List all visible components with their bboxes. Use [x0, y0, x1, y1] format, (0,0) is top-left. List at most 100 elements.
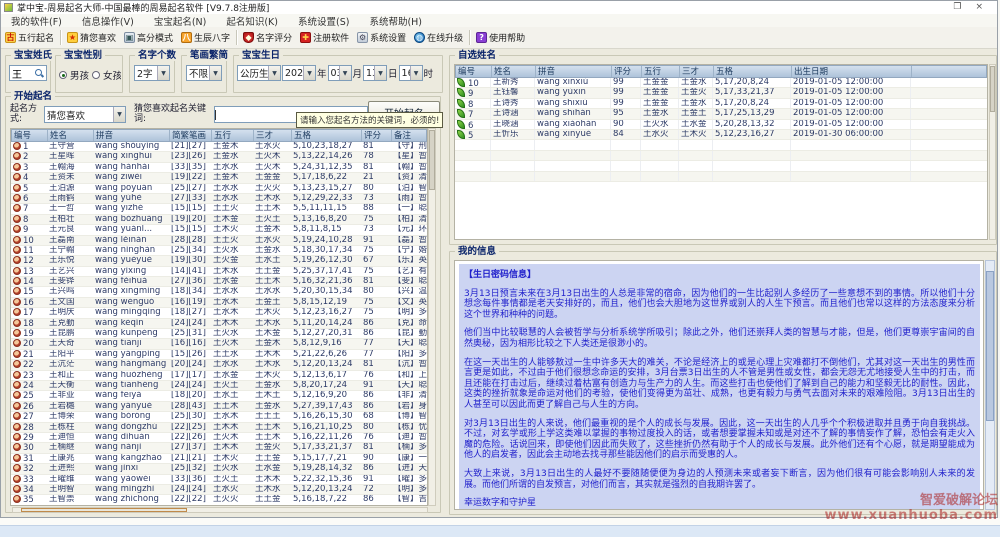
column-header[interactable]: 姓名 — [48, 130, 94, 141]
info-vscroll-thumb[interactable] — [986, 271, 994, 421]
column-header[interactable]: 拼音 — [536, 66, 612, 77]
table-row[interactable]: 3王翰海wáng hànhǎi[33][35]土水水土火木5,24,31,12,… — [11, 163, 427, 173]
table-row[interactable]: 9王钰馨wáng yùxīn99土金金土金火5,17,33,21,372019-… — [455, 88, 987, 98]
menu-item[interactable]: 起名知识(K) — [216, 14, 288, 28]
column-header[interactable]: 出生日期 — [792, 66, 912, 77]
column-header[interactable]: 备注 — [392, 130, 428, 141]
surname-field[interactable] — [10, 68, 34, 79]
table-row[interactable]: 1王守营wáng shǒuyíng[21][27]土金木土水火5,10,23,1… — [11, 142, 427, 152]
table-row[interactable]: 5王泊源wáng pōyuán[25][27]土水水土火火5,13,23,15,… — [11, 184, 427, 194]
table-row[interactable]: 4王资未wáng zīwèi[19][22]土金木土金金5,17,18,6,22… — [11, 173, 427, 183]
table-row[interactable]: 35王智崇wáng zhìchóng[22][22]土火火土土金5,16,18,… — [11, 495, 427, 505]
month-select[interactable]: 03 ▼ — [328, 65, 352, 81]
column-header[interactable]: 简繁笔画 — [170, 130, 212, 141]
chevron-down-icon[interactable]: ▼ — [410, 66, 422, 80]
table-row[interactable]: 5王忻乐wáng xīnyuè84土水火土木火5,12,23,16,272019… — [455, 130, 987, 140]
table-row[interactable]: 25王非亚wáng fēiyà[18][20]土水土土木土5,12,16,9,2… — [11, 391, 427, 401]
chevron-down-icon[interactable]: ▼ — [339, 66, 351, 80]
column-header[interactable]: 五格 — [292, 130, 362, 141]
surname-input[interactable] — [9, 65, 47, 81]
results-vertical-scrollbar[interactable] — [428, 128, 436, 506]
table-row[interactable]: 14王斐铧wáng fěihuá[27][36]土水金土土木5,16,32,21… — [11, 277, 427, 287]
year-select[interactable]: 2023 ▼ — [282, 65, 316, 81]
table-row[interactable]: 7王诗涵wáng shīhán95土金水土金土5,17,25,13,292019… — [455, 109, 987, 119]
table-row[interactable]: 10王磊南wáng lěinán[28][28]土土火土水火5,19,24,10… — [11, 236, 427, 246]
menu-item[interactable]: 系统设置(S) — [288, 14, 359, 28]
toolbar-button[interactable]: ✚注册软件 — [296, 29, 353, 46]
results-vscroll-thumb[interactable] — [429, 130, 435, 190]
table-row[interactable]: 32王进熙wáng jìnxī[25][32]土火水土水金5,19,28,14,… — [11, 464, 427, 474]
table-row[interactable]: 19王昆鹏wáng kūnpéng[25][31]土火水土木金5,12,27,2… — [11, 329, 427, 339]
chevron-down-icon[interactable]: ▼ — [113, 107, 125, 122]
toolbar-button[interactable]: ★猜您喜欢 — [63, 29, 120, 46]
column-header[interactable]: 五格 — [714, 66, 792, 77]
chevron-down-icon[interactable]: ▼ — [374, 66, 386, 80]
hour-select[interactable]: 16 ▼ — [399, 65, 423, 81]
table-row[interactable]: 6王晓涵wáng xiǎohán90土火水土水金5,20,28,13,32201… — [455, 120, 987, 130]
name-count-select[interactable]: 2字 ▼ — [134, 65, 170, 81]
table-row[interactable]: 28王栋柱wáng dòngzhù[22][25]土木木土土木5,16,21,1… — [11, 423, 427, 433]
table-row[interactable]: 20王天奇wáng tiānjī[16][16]土火木土金木5,8,12,9,1… — [11, 339, 427, 349]
column-header[interactable]: 姓名 — [492, 66, 536, 77]
toolbar-button[interactable]: ◍在线升级 — [410, 29, 467, 46]
gender-radio-male[interactable] — [59, 71, 67, 79]
chevron-down-icon[interactable]: ▼ — [157, 66, 169, 80]
chevron-down-icon[interactable]: ▼ — [209, 66, 221, 80]
table-row[interactable]: 8王诗秀wáng shīxiù99土金金土金水5,17,20,8,242019-… — [455, 99, 987, 109]
day-select[interactable]: 13 ▼ — [363, 65, 387, 81]
table-row[interactable]: 10王新秀wáng xīnxiù99土金金土金水5,17,20,8,242019… — [455, 78, 987, 88]
selected-table-header[interactable]: 编号姓名拼音评分五行三才五格出生日期 — [455, 65, 987, 78]
restore-button[interactable]: ❐ — [953, 3, 961, 12]
table-row[interactable]: 26王岩樾wáng yányuè[28][43]土土木土金水5,27,39,17… — [11, 402, 427, 412]
toolbar-button[interactable]: ▣高分模式 — [120, 29, 177, 46]
toolbar-button[interactable]: 八生辰八字 — [177, 29, 234, 46]
info-vertical-scrollbar[interactable] — [985, 260, 995, 510]
table-row[interactable]: 33王曜维wáng yàowéi[33][36]土火土土木木5,22,32,15… — [11, 475, 427, 485]
selected-vscroll-thumb[interactable] — [990, 66, 995, 112]
results-hscroll-thumb[interactable] — [21, 508, 187, 512]
column-header[interactable]: 五行 — [642, 66, 680, 77]
table-row[interactable]: 6王雨鹤wáng yǔhè[27][33]土水水土木水5,12,29,22,33… — [11, 194, 427, 204]
calendar-select[interactable]: 公历生日 ▼ — [237, 65, 281, 81]
table-row[interactable]: 29王迪恒wáng díhuán[22][26]土火木土土木5,16,22,11… — [11, 433, 427, 443]
table-row[interactable]: 18王克勤wáng kèqín[24][24]土木木土木水5,11,20,14,… — [11, 319, 427, 329]
naming-method-select[interactable]: 猜您喜欢 ▼ — [44, 106, 126, 123]
chevron-down-icon[interactable]: ▼ — [303, 66, 315, 80]
selected-vertical-scrollbar[interactable] — [989, 64, 996, 240]
table-row[interactable]: 16王文国wáng wénguó[16][19]土水木土金土5,8,15,12,… — [11, 298, 427, 308]
column-header[interactable]: 五行 — [212, 130, 254, 141]
search-icon[interactable] — [34, 68, 44, 78]
column-header[interactable]: 拼音 — [94, 130, 170, 141]
chevron-down-icon[interactable]: ▼ — [268, 66, 280, 80]
toolbar-button[interactable]: ◆名字评分 — [239, 29, 296, 46]
birthday-info-panel[interactable]: 【生日密码信息】3月13日预言未来在3月13日出生的人总是非常的宿命，因为他们的… — [454, 260, 984, 510]
column-header[interactable] — [912, 66, 988, 77]
table-row[interactable]: 34王明智wáng míngzhì[24][24]土水火土木水5,12,20,1… — [11, 485, 427, 495]
table-row[interactable]: 2王星晖wáng xīnghuī[23][26]土金水土火木5,13,22,14… — [11, 152, 427, 162]
table-row[interactable]: 23王和正wáng huòzhèng[17][17]土水金土木火5,12,13,… — [11, 371, 427, 381]
table-row[interactable]: 13王艺兴wáng yìxīng[14][41]土木水土土金5,25,37,17… — [11, 267, 427, 277]
column-header[interactable]: 三才 — [254, 130, 292, 141]
toolbar-button[interactable]: ?使用帮助 — [472, 29, 529, 46]
column-header[interactable]: 评分 — [612, 66, 642, 77]
strokes-select[interactable]: 不限 ▼ — [186, 65, 222, 81]
column-header[interactable]: 编号 — [12, 130, 48, 141]
table-row[interactable]: 30王楠继wáng nánjì[27][37]土木木土金火5,17,33,21,… — [11, 443, 427, 453]
menu-item[interactable]: 我的软件(F) — [1, 14, 72, 28]
table-row[interactable]: 7王一哲wáng yīzhé[15][15]土土火土土木5,5,11,11,15… — [11, 204, 427, 214]
menu-item[interactable]: 系统帮助(H) — [359, 14, 432, 28]
table-row[interactable]: 8王柏壮wáng bòzhuàng[19][20]土木金土火土5,13,16,8… — [11, 215, 427, 225]
close-button[interactable]: × — [975, 3, 983, 12]
table-row[interactable]: 9王元良wáng yuánl...[15][15]土木火土金木5,8,11,8,… — [11, 225, 427, 235]
menu-item[interactable]: 宝宝起名(N) — [144, 14, 217, 28]
table-row[interactable]: 17王明庆wáng míngqìng[18][27]土水木土木火5,12,23,… — [11, 308, 427, 318]
table-row[interactable]: 21王阳平wáng yángpíng[15][26]土土水土木木5,21,22,… — [11, 350, 427, 360]
table-row[interactable]: 15王兴鸣wáng xīngmíng[18][34]土水水土水水5,20,30,… — [11, 287, 427, 297]
table-row[interactable]: 27王博荣wáng bóróng[25][30]土水木土土土5,16,26,15… — [11, 412, 427, 422]
column-header[interactable]: 三才 — [680, 66, 714, 77]
column-header[interactable]: 编号 — [456, 66, 492, 77]
gender-radio-female[interactable] — [92, 71, 100, 79]
menu-item[interactable]: 信息操作(V) — [72, 14, 144, 28]
toolbar-button[interactable]: ⚙系统设置 — [353, 29, 410, 46]
table-row[interactable]: 22王沆茫wáng hàngmáng[20][24]土水水土木水5,12,20,… — [11, 360, 427, 370]
